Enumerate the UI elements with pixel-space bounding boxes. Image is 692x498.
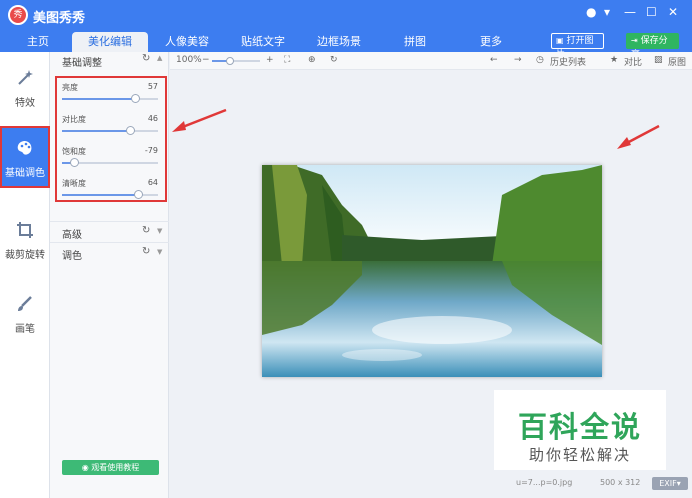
expand-icon[interactable]: ▼ xyxy=(157,248,162,256)
tab-home[interactable]: 主页 xyxy=(8,32,68,52)
minimize-icon[interactable]: — xyxy=(624,5,636,19)
tool-brush-label: 画笔 xyxy=(15,324,35,335)
zoom-slider[interactable] xyxy=(212,57,260,65)
highlight-box xyxy=(55,76,167,202)
collapse-icon[interactable]: ▲ xyxy=(157,54,162,62)
app-title: 美图秀秀 xyxy=(33,11,86,26)
watermark-subtitle: 助你轻松解决 xyxy=(528,446,631,464)
zoom-level: 100% xyxy=(176,55,202,65)
reset-icon[interactable]: ↻ xyxy=(142,225,150,236)
magnifier-icon[interactable]: ⊕ xyxy=(308,55,316,65)
fit-icon[interactable]: ⛶ xyxy=(284,55,290,65)
reset-icon[interactable]: ↻ xyxy=(142,246,150,257)
tab-stickers[interactable]: 贴纸文字 xyxy=(226,32,300,52)
original-icon[interactable]: ▨ xyxy=(654,55,663,65)
menu-dot-icon[interactable]: ● xyxy=(586,5,596,19)
tool-effects-label: 特效 xyxy=(15,98,35,109)
tool-crop-rotate[interactable]: 裁剪旋转 xyxy=(0,210,50,272)
exif-label: EXIF xyxy=(659,479,677,488)
nav-bar: 主页 美化编辑 人像美容 贴纸文字 边框场景 拼图 更多 ▣ 打开图片 ⇥ 保存… xyxy=(0,30,692,60)
history-icon[interactable]: ◷ xyxy=(536,55,544,65)
tool-effects[interactable]: 特效 xyxy=(0,58,50,120)
rotate-icon[interactable]: ↻ xyxy=(330,55,338,65)
tab-collage[interactable]: 拼图 xyxy=(378,32,452,52)
photo-preview[interactable] xyxy=(262,165,602,377)
history-label[interactable]: 历史列表 xyxy=(550,55,586,68)
tutorial-label: 观看使用教程 xyxy=(91,463,140,472)
watermark: 百科全说 助你轻松解决 xyxy=(494,390,666,470)
chevron-down-icon: ▾ xyxy=(676,479,681,488)
zoom-out-icon[interactable]: − xyxy=(202,55,210,65)
eye-icon: ◉ xyxy=(81,463,89,472)
tool-basic-color-label: 基础调色 xyxy=(5,168,45,179)
app-logo-icon: 秀 xyxy=(8,5,28,25)
file-name: u=7...p=0.jpg xyxy=(516,478,573,487)
tool-crop-rotate-label: 裁剪旋转 xyxy=(5,250,45,261)
tab-more[interactable]: 更多 xyxy=(454,32,528,52)
undo-icon[interactable]: ← xyxy=(490,55,498,65)
maximize-icon[interactable]: ☐ xyxy=(646,5,657,19)
section-advanced-label: 高级 xyxy=(62,230,82,241)
tab-frames[interactable]: 边框场景 xyxy=(302,32,376,52)
brush-icon xyxy=(18,296,32,311)
tool-basic-color[interactable]: 基础调色 xyxy=(0,126,50,188)
palette-icon xyxy=(17,141,32,155)
canvas-toolbar: 100% − + ⛶ ⊕ ↻ ← → ◷ 历史列表 ★ 对比 ▨ 原图 xyxy=(170,52,692,70)
tutorial-button[interactable]: ◉ 观看使用教程 xyxy=(62,460,159,475)
reset-icon[interactable]: ↻ xyxy=(142,53,150,64)
redo-icon[interactable]: → xyxy=(514,55,522,65)
section-tone-label: 调色 xyxy=(62,251,82,262)
zoom-knob[interactable] xyxy=(226,57,235,65)
tool-sidebar: 特效 基础调色 裁剪旋转 画笔 xyxy=(0,52,50,498)
annotation-arrow-left xyxy=(172,108,227,132)
title-bar: 秀 美图秀秀 ● ▾ — ☐ ✕ xyxy=(0,0,692,30)
original-label[interactable]: 原图 xyxy=(668,55,686,68)
tab-edit[interactable]: 美化编辑 xyxy=(72,32,148,52)
panel-title: 基础调整 xyxy=(62,58,102,69)
tool-brush[interactable]: 画笔 xyxy=(0,284,50,346)
section-tone[interactable]: 调色 ↻ ▼ xyxy=(50,242,169,262)
compare-label[interactable]: 对比 xyxy=(624,55,642,68)
section-advanced[interactable]: 高级 ↻ ▼ xyxy=(50,221,169,241)
annotation-arrow-right xyxy=(617,124,660,149)
crop-icon xyxy=(17,222,33,238)
magic-wand-icon xyxy=(18,70,33,85)
exif-button[interactable]: EXIF▾ xyxy=(652,477,688,490)
dropdown-icon[interactable]: ▾ xyxy=(604,5,610,19)
status-bar: u=7...p=0.jpg 500 x 312 EXIF▾ xyxy=(170,474,692,498)
zoom-in-icon[interactable]: + xyxy=(266,55,274,65)
share-icon: ⇥ xyxy=(631,36,638,45)
close-icon[interactable]: ✕ xyxy=(668,5,678,19)
image-icon: ▣ xyxy=(556,36,564,45)
image-dimensions: 500 x 312 xyxy=(600,478,641,487)
tab-portrait[interactable]: 人像美容 xyxy=(150,32,224,52)
save-share-button[interactable]: ⇥ 保存分享 xyxy=(626,33,679,60)
open-image-button[interactable]: ▣ 打开图片 xyxy=(551,33,604,60)
expand-icon[interactable]: ▼ xyxy=(157,227,162,235)
compare-icon[interactable]: ★ xyxy=(610,55,618,65)
watermark-title: 百科全说 xyxy=(517,410,642,444)
